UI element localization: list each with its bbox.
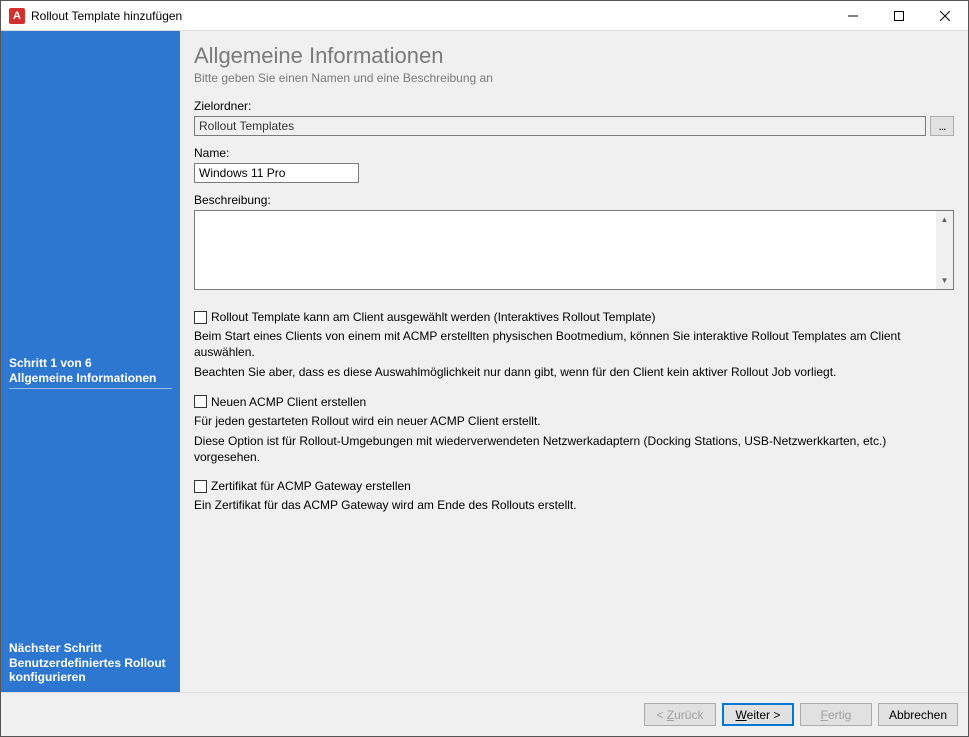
scroll-down-icon[interactable]: ▼ <box>936 272 953 289</box>
interactive-template-label: Rollout Template kann am Client ausgewäh… <box>211 310 655 324</box>
beschreibung-label: Beschreibung: <box>194 193 954 207</box>
scrollbar[interactable]: ▲ ▼ <box>936 211 953 289</box>
maximize-button[interactable] <box>876 1 922 31</box>
gateway-cert-help: Ein Zertifikat für das ACMP Gateway wird… <box>194 497 954 513</box>
next-button[interactable]: Weiter > <box>722 703 794 726</box>
step-counter: Schritt 1 von 6 <box>9 356 172 370</box>
next-step-name: Benutzerdefiniertes Rollout konfiguriere… <box>9 656 172 684</box>
gateway-cert-label: Zertifikat für ACMP Gateway erstellen <box>211 479 411 493</box>
interactive-template-checkbox-row: Rollout Template kann am Client ausgewäh… <box>194 310 954 324</box>
titlebar: A Rollout Template hinzufügen <box>1 1 968 31</box>
next-step-label: Nächster Schritt <box>9 641 172 655</box>
window-title: Rollout Template hinzufügen <box>31 9 830 23</box>
zielordner-group: Zielordner: ... <box>194 99 954 136</box>
minimize-button[interactable] <box>830 1 876 31</box>
page-subtitle: Bitte geben Sie einen Namen und eine Bes… <box>194 71 954 85</box>
step-name: Allgemeine Informationen <box>9 371 172 385</box>
beschreibung-wrap: ▲ ▼ <box>194 210 954 290</box>
cancel-button[interactable]: Abbrechen <box>878 703 958 726</box>
content-header: Allgemeine Informationen Bitte geben Sie… <box>194 43 954 99</box>
next-step-hint: Nächster Schritt Benutzerdefiniertes Rol… <box>9 641 172 684</box>
window-controls <box>830 1 968 30</box>
main-area: Schritt 1 von 6 Allgemeine Informationen… <box>1 31 968 692</box>
new-client-checkbox[interactable] <box>194 395 207 408</box>
scroll-up-icon[interactable]: ▲ <box>936 211 953 228</box>
new-client-help2: Diese Option ist für Rollout-Umgebungen … <box>194 433 954 465</box>
content-pane: Allgemeine Informationen Bitte geben Sie… <box>180 31 968 692</box>
current-step: Schritt 1 von 6 Allgemeine Informationen <box>9 356 172 389</box>
interactive-template-checkbox[interactable] <box>194 311 207 324</box>
page-title: Allgemeine Informationen <box>194 43 954 69</box>
browse-button[interactable]: ... <box>930 116 954 136</box>
finish-button[interactable]: Fertig <box>800 703 872 726</box>
beschreibung-textarea[interactable] <box>195 211 953 289</box>
button-bar: < Zurück Weiter > Fertig Abbrechen <box>1 692 968 736</box>
interactive-template-help2: Beachten Sie aber, dass es diese Auswahl… <box>194 364 954 380</box>
name-label: Name: <box>194 146 954 160</box>
wizard-sidebar: Schritt 1 von 6 Allgemeine Informationen… <box>1 31 180 692</box>
name-group: Name: <box>194 146 954 183</box>
back-button[interactable]: < Zurück <box>644 703 716 726</box>
zielordner-label: Zielordner: <box>194 99 954 113</box>
gateway-cert-checkbox[interactable] <box>194 480 207 493</box>
new-client-label: Neuen ACMP Client erstellen <box>211 395 366 409</box>
new-client-help1: Für jeden gestarteten Rollout wird ein n… <box>194 413 954 429</box>
new-client-checkbox-row: Neuen ACMP Client erstellen <box>194 395 954 409</box>
beschreibung-group: Beschreibung: ▲ ▼ <box>194 193 954 290</box>
gateway-cert-checkbox-row: Zertifikat für ACMP Gateway erstellen <box>194 479 954 493</box>
interactive-template-help1: Beim Start eines Clients von einem mit A… <box>194 328 954 360</box>
app-icon: A <box>9 8 25 24</box>
close-button[interactable] <box>922 1 968 31</box>
zielordner-input[interactable] <box>194 116 926 136</box>
name-input[interactable] <box>194 163 359 183</box>
